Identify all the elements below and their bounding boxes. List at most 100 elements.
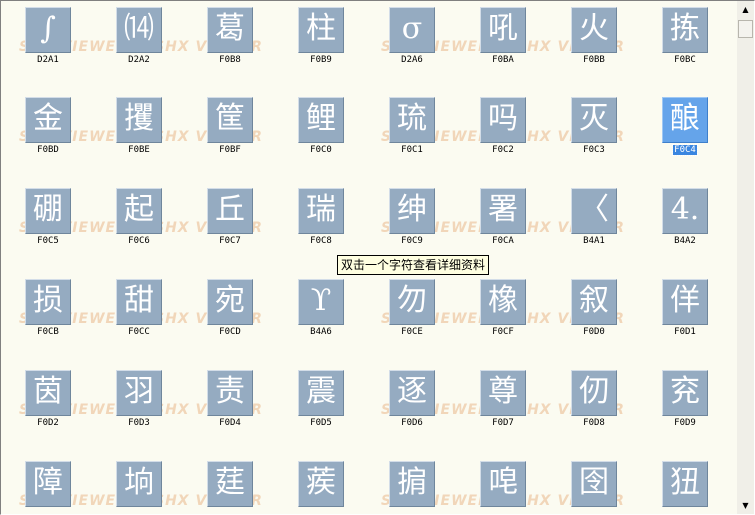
character-cell[interactable]: 琉 F0C1 bbox=[381, 91, 443, 163]
character-cell[interactable]: 蒺 bbox=[290, 455, 352, 514]
character-cell[interactable]: 金 F0BD bbox=[17, 91, 79, 163]
character-glyph[interactable]: 金 bbox=[25, 97, 71, 143]
character-cell[interactable]: 攫 F0BE bbox=[108, 91, 170, 163]
character-glyph[interactable]: 灭 bbox=[571, 97, 617, 143]
character-glyph[interactable]: 署 bbox=[480, 188, 526, 234]
character-glyph[interactable]: 拣 bbox=[662, 7, 708, 53]
character-cell[interactable]: 瑞 F0C8 bbox=[290, 182, 352, 254]
character-cell[interactable]: 署 F0CA bbox=[472, 182, 534, 254]
character-glyph[interactable]: 绅 bbox=[389, 188, 435, 234]
character-cell[interactable]: 绅 F0C9 bbox=[381, 182, 443, 254]
character-glyph[interactable]: 逐 bbox=[389, 370, 435, 416]
character-glyph[interactable]: 橡 bbox=[480, 279, 526, 325]
character-cell[interactable]: 震 F0D5 bbox=[290, 364, 352, 436]
character-glyph[interactable]: 吗 bbox=[480, 97, 526, 143]
character-cell[interactable]: 酿 F0C4 bbox=[654, 91, 716, 163]
character-glyph[interactable]: 吼 bbox=[480, 7, 526, 53]
character-cell[interactable]: 宛 F0CD bbox=[199, 273, 261, 345]
character-cell[interactable]: 橡 F0CF bbox=[472, 273, 534, 345]
character-cell[interactable]: ⒁ D2A2 bbox=[108, 1, 170, 73]
character-glyph[interactable]: 琉 bbox=[389, 97, 435, 143]
character-cell[interactable]: 吼 F0BA bbox=[472, 1, 534, 73]
character-cell[interactable]: 垧 bbox=[108, 455, 170, 514]
character-glyph[interactable]: 瑞 bbox=[298, 188, 344, 234]
character-glyph[interactable]: 垧 bbox=[116, 461, 162, 507]
character-cell[interactable]: 损 F0CB bbox=[17, 273, 79, 345]
character-glyph[interactable]: 鲤 bbox=[298, 97, 344, 143]
character-glyph[interactable]: 起 bbox=[116, 188, 162, 234]
character-glyph[interactable]: 茵 bbox=[25, 370, 71, 416]
character-glyph[interactable]: 甜 bbox=[116, 279, 162, 325]
character-glyph[interactable]: 勿 bbox=[389, 279, 435, 325]
character-glyph[interactable]: σ bbox=[389, 7, 435, 53]
character-cell[interactable]: 唣 bbox=[472, 455, 534, 514]
character-cell[interactable]: 掮 bbox=[381, 455, 443, 514]
character-cell[interactable]: 逐 F0D6 bbox=[381, 364, 443, 436]
vertical-scrollbar[interactable]: ▲ ▼ bbox=[737, 1, 754, 514]
character-cell[interactable]: 责 F0D4 bbox=[199, 364, 261, 436]
character-cell[interactable]: 葛 F0B8 bbox=[199, 1, 261, 73]
character-cell[interactable]: 拣 F0BC bbox=[654, 1, 716, 73]
character-cell[interactable]: 仞 F0D8 bbox=[563, 364, 625, 436]
character-cell[interactable]: ϒ B4A6 bbox=[290, 273, 352, 345]
character-glyph[interactable]: 佯 bbox=[662, 279, 708, 325]
character-cell[interactable]: 佯 F0D1 bbox=[654, 273, 716, 345]
character-cell[interactable]: 鲤 F0C0 bbox=[290, 91, 352, 163]
scroll-up-icon[interactable]: ▲ bbox=[737, 1, 754, 18]
character-glyph[interactable]: 障 bbox=[25, 461, 71, 507]
character-glyph[interactable]: 责 bbox=[207, 370, 253, 416]
character-cell[interactable]: 丘 F0C7 bbox=[199, 182, 261, 254]
character-cell[interactable]: 尊 F0D7 bbox=[472, 364, 534, 436]
character-glyph[interactable]: 酿 bbox=[662, 97, 708, 143]
character-cell[interactable]: σ D2A6 bbox=[381, 1, 443, 73]
character-glyph[interactable]: 蒺 bbox=[298, 461, 344, 507]
character-glyph[interactable]: 叙 bbox=[571, 279, 617, 325]
character-glyph[interactable]: 筐 bbox=[207, 97, 253, 143]
character-cell[interactable]: 起 F0C6 bbox=[108, 182, 170, 254]
character-glyph[interactable]: 羽 bbox=[116, 370, 162, 416]
character-cell[interactable]: 〈 B4A1 bbox=[563, 182, 625, 254]
character-glyph[interactable]: 4. bbox=[662, 188, 708, 234]
character-cell[interactable]: 甜 F0CC bbox=[108, 273, 170, 345]
character-cell[interactable]: 障 bbox=[17, 455, 79, 514]
character-cell[interactable]: 火 F0BB bbox=[563, 1, 625, 73]
character-cell[interactable]: ∫ D2A1 bbox=[17, 1, 79, 73]
scroll-down-icon[interactable]: ▼ bbox=[737, 497, 754, 514]
character-cell[interactable]: 狃 bbox=[654, 455, 716, 514]
character-glyph[interactable]: 囹 bbox=[571, 461, 617, 507]
character-glyph[interactable]: 丘 bbox=[207, 188, 253, 234]
character-glyph[interactable]: 〈 bbox=[571, 188, 617, 234]
character-cell[interactable]: 柱 F0B9 bbox=[290, 1, 352, 73]
character-glyph[interactable]: ∫ bbox=[25, 7, 71, 53]
character-cell[interactable]: 囹 bbox=[563, 455, 625, 514]
character-glyph[interactable]: 宛 bbox=[207, 279, 253, 325]
character-glyph[interactable]: 唣 bbox=[480, 461, 526, 507]
character-glyph[interactable]: 葛 bbox=[207, 7, 253, 53]
character-glyph[interactable]: 攫 bbox=[116, 97, 162, 143]
character-cell[interactable]: 羽 F0D3 bbox=[108, 364, 170, 436]
character-glyph[interactable]: 震 bbox=[298, 370, 344, 416]
character-glyph[interactable]: 柱 bbox=[298, 7, 344, 53]
character-cell[interactable]: 勿 F0CE bbox=[381, 273, 443, 345]
scrollbar-thumb[interactable] bbox=[738, 20, 753, 38]
character-glyph[interactable]: 仞 bbox=[571, 370, 617, 416]
character-glyph[interactable]: 掮 bbox=[389, 461, 435, 507]
character-cell[interactable]: 4. B4A2 bbox=[654, 182, 716, 254]
character-cell[interactable]: 吗 F0C2 bbox=[472, 91, 534, 163]
character-glyph[interactable]: ϒ bbox=[298, 279, 344, 325]
character-cell[interactable]: 莛 bbox=[199, 455, 261, 514]
character-glyph[interactable]: ⒁ bbox=[116, 7, 162, 53]
character-cell[interactable]: 硼 F0C5 bbox=[17, 182, 79, 254]
character-glyph[interactable]: 损 bbox=[25, 279, 71, 325]
character-glyph[interactable]: 狃 bbox=[662, 461, 708, 507]
character-cell[interactable]: 叙 F0D0 bbox=[563, 273, 625, 345]
character-cell[interactable]: 筐 F0BF bbox=[199, 91, 261, 163]
character-glyph[interactable]: 硼 bbox=[25, 188, 71, 234]
character-cell[interactable]: 茵 F0D2 bbox=[17, 364, 79, 436]
character-glyph[interactable]: 莛 bbox=[207, 461, 253, 507]
character-glyph[interactable]: 火 bbox=[571, 7, 617, 53]
character-glyph[interactable]: 尊 bbox=[480, 370, 526, 416]
character-glyph[interactable]: 兖 bbox=[662, 370, 708, 416]
character-cell[interactable]: 兖 F0D9 bbox=[654, 364, 716, 436]
character-cell[interactable]: 灭 F0C3 bbox=[563, 91, 625, 163]
